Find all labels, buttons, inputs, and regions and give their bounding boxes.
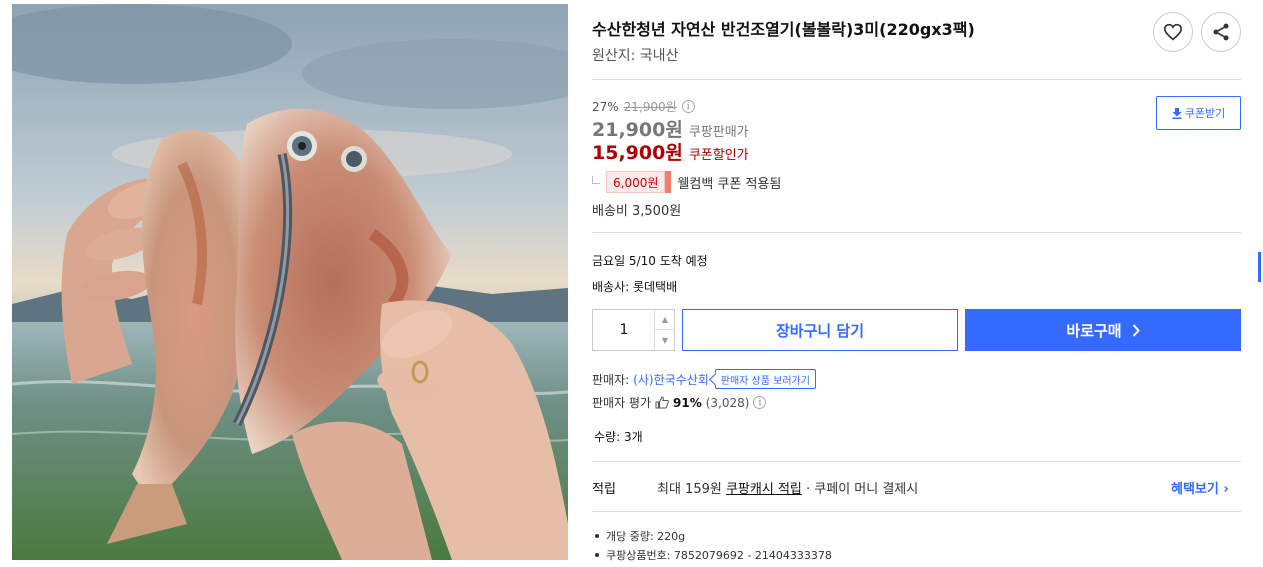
package-quantity: 수량: 3개 (594, 430, 643, 444)
divider (592, 79, 1241, 80)
buy-now-button[interactable]: 바로구매 (965, 309, 1241, 351)
arrival-date: 금요일 5/10 도착 예정 (592, 254, 708, 268)
share-button[interactable] (1201, 12, 1241, 52)
seller-rating-label: 판매자 평가 (592, 396, 652, 410)
reward-label: 적립 (592, 482, 616, 497)
add-to-cart-button[interactable]: 장바구니 담기 (682, 309, 958, 351)
chevron-up-icon: ▲ (661, 315, 669, 324)
original-price: 21,900원 (623, 100, 677, 114)
coupon-price-label: 쿠폰할인가 (688, 148, 749, 163)
chevron-right-icon (1132, 323, 1140, 337)
scroll-indicator (1258, 252, 1261, 282)
quantity-stepper: 1 ▲ ▼ (592, 309, 675, 351)
coupon-price-row: 15,900원 쿠폰할인가 (592, 138, 749, 165)
shipping-fee: 배송비 3,500원 (592, 204, 682, 219)
welcome-coupon-row: 6,000원 웰컴백 쿠폰 적용됨 (592, 171, 781, 193)
quantity-decrease-button[interactable]: ▼ (654, 330, 675, 350)
info-icon[interactable]: i (681, 100, 695, 113)
discount-row: 27% 21,900원 i (592, 98, 695, 115)
product-page: 수산한청년 자연산 반건조열기(볼볼락)3미(220gx3팩) 원산지: 국내산… (0, 0, 1263, 567)
spec-list: 개당 중량: 220g 쿠팡상품번호: 7852079692 - 2140433… (592, 528, 832, 566)
discount-rate: 27% (592, 99, 619, 114)
coupon-download-label: 쿠폰받기 (1184, 107, 1226, 120)
product-info-panel: 수산한청년 자연산 반건조열기(볼볼락)3미(220gx3팩) 원산지: 국내산… (592, 0, 1242, 567)
seller-row: 판매자: (사)한국수산회 판매자 상품 보러가기 (592, 369, 816, 389)
badge-edge (665, 171, 672, 193)
spec-item: 쿠팡상품번호: 7852079692 - 21404333378 (592, 547, 832, 566)
reward-text-suffix: · 쿠페이 머니 결제시 (801, 482, 919, 497)
info-icon[interactable]: i (753, 396, 767, 409)
welcome-coupon-text: 웰컴백 쿠폰 적용됨 (677, 176, 782, 192)
chevron-down-icon: ▼ (661, 335, 669, 345)
view-benefits-link[interactable]: 혜택보기 › (1171, 478, 1229, 497)
product-origin: 원산지: 국내산 (592, 48, 679, 64)
coupon-price: 15,900원 (592, 142, 683, 164)
seller-name-link[interactable]: (사)한국수산회 (633, 371, 709, 388)
wishlist-button[interactable] (1153, 12, 1193, 52)
coupon-download-button[interactable]: 쿠폰받기 (1156, 96, 1241, 130)
seller-rating-row: 판매자 평가 91% (3,028) i (592, 394, 767, 411)
product-title: 수산한청년 자연산 반건조열기(볼볼락)3미(220gx3팩) (592, 20, 975, 39)
tree-elbow (592, 176, 600, 184)
divider (592, 461, 1241, 462)
coupang-cash-link[interactable]: 쿠팡캐시 적립 (726, 482, 802, 497)
dried-fish-photo (12, 4, 568, 560)
seller-products-tooltip[interactable]: 판매자 상품 보러가기 (714, 369, 816, 389)
divider (592, 511, 1241, 512)
seller-label: 판매자: (592, 372, 630, 387)
divider (592, 232, 1241, 233)
heart-icon (1163, 23, 1183, 41)
seller-rating-count: (3,028) (705, 395, 750, 410)
thumbs-up-icon (655, 396, 669, 409)
quantity-input[interactable]: 1 (593, 310, 655, 350)
share-icon (1213, 23, 1229, 41)
spec-item: 개당 중량: 220g (592, 528, 832, 547)
seller-rating-percent: 91% (673, 395, 702, 410)
chevron-right-icon: › (1223, 482, 1229, 497)
shipping-carrier: 배송사: 롯데택배 (592, 280, 678, 294)
reward-text: 최대 159원 쿠팡캐시 적립 · 쿠페이 머니 결제시 (657, 478, 918, 497)
welcome-coupon-badge: 6,000원 (606, 171, 666, 193)
buy-now-label: 바로구매 (1066, 321, 1122, 340)
view-benefits-label: 혜택보기 (1171, 482, 1219, 497)
quantity-increase-button[interactable]: ▲ (654, 310, 675, 330)
download-icon (1172, 107, 1182, 119)
add-to-cart-label: 장바구니 담기 (775, 321, 865, 340)
reward-text-prefix: 최대 159원 (657, 482, 726, 497)
product-image[interactable] (12, 4, 568, 560)
